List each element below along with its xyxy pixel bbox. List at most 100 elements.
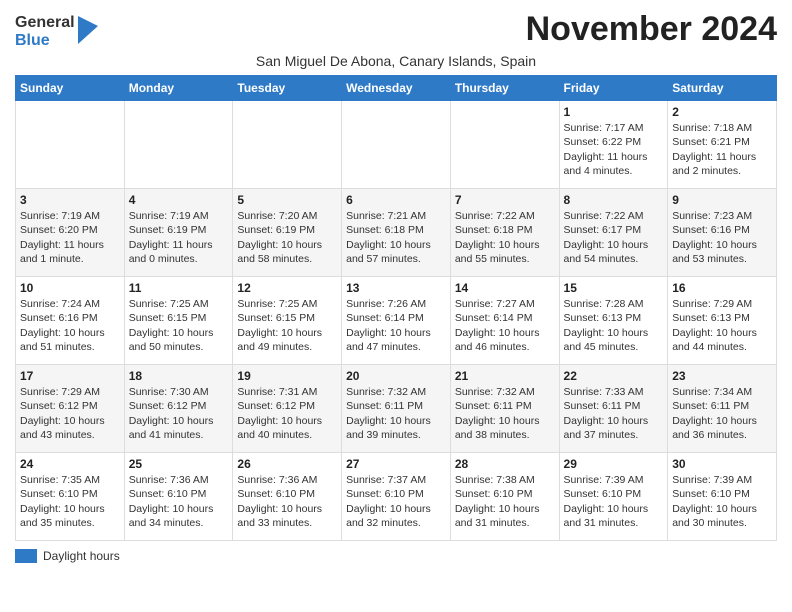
day-info: Sunrise: 7:31 AM Sunset: 6:12 PM Dayligh… [237,385,337,442]
subtitle: San Miguel De Abona, Canary Islands, Spa… [15,53,777,69]
day-number: 23 [672,369,772,383]
calendar-cell: 24 Sunrise: 7:35 AM Sunset: 6:10 PM Dayli… [16,453,125,541]
weekday-header-thursday: Thursday [450,76,559,101]
day-info: Sunrise: 7:21 AM Sunset: 6:18 PM Dayligh… [346,209,446,266]
calendar-cell [124,101,233,189]
day-number: 18 [129,369,229,383]
day-number: 1 [564,105,664,119]
day-number: 24 [20,457,120,471]
calendar-cell: 11 Sunrise: 7:25 AM Sunset: 6:15 PM Dayli… [124,277,233,365]
calendar-cell: 3Sunrise: 7:19 AM Sunset: 6:20 PM Daylig… [16,189,125,277]
calendar-cell: 2 Sunrise: 7:18 AM Sunset: 6:21 PM Daylig… [668,101,777,189]
day-number: 2 [672,105,772,119]
month-title: November 2024 [526,10,777,49]
day-info: Sunrise: 7:28 AM Sunset: 6:13 PM Dayligh… [564,297,664,354]
day-number: 9 [672,193,772,207]
week-row-2: 3Sunrise: 7:19 AM Sunset: 6:20 PM Daylig… [16,189,777,277]
calendar-cell [342,101,451,189]
calendar-cell: 16 Sunrise: 7:29 AM Sunset: 6:13 PM Dayli… [668,277,777,365]
calendar-cell: 20 Sunrise: 7:32 AM Sunset: 6:11 PM Dayli… [342,365,451,453]
logo-icon [78,16,98,44]
calendar-cell: 12Sunrise: 7:25 AM Sunset: 6:15 PM Dayli… [233,277,342,365]
calendar-cell: 21 Sunrise: 7:32 AM Sunset: 6:11 PM Dayli… [450,365,559,453]
day-info: Sunrise: 7:22 AM Sunset: 6:17 PM Dayligh… [564,209,664,266]
weekday-header-tuesday: Tuesday [233,76,342,101]
day-number: 29 [564,457,664,471]
day-number: 21 [455,369,555,383]
calendar-cell: 30Sunrise: 7:39 AM Sunset: 6:10 PM Dayli… [668,453,777,541]
calendar-cell: 22Sunrise: 7:33 AM Sunset: 6:11 PM Dayli… [559,365,668,453]
calendar-cell: 26 Sunrise: 7:36 AM Sunset: 6:10 PM Dayli… [233,453,342,541]
weekday-header-friday: Friday [559,76,668,101]
calendar-cell: 7Sunrise: 7:22 AM Sunset: 6:18 PM Daylig… [450,189,559,277]
calendar-cell [450,101,559,189]
day-number: 27 [346,457,446,471]
day-number: 30 [672,457,772,471]
day-info: Sunrise: 7:36 AM Sunset: 6:10 PM Dayligh… [237,473,337,530]
day-info: Sunrise: 7:32 AM Sunset: 6:11 PM Dayligh… [455,385,555,442]
day-info: Sunrise: 7:30 AM Sunset: 6:12 PM Dayligh… [129,385,229,442]
legend-label: Daylight hours [43,549,120,563]
day-number: 13 [346,281,446,295]
calendar-cell: 23 Sunrise: 7:34 AM Sunset: 6:11 PM Dayli… [668,365,777,453]
week-row-3: 10 Sunrise: 7:24 AM Sunset: 6:16 PM Dayli… [16,277,777,365]
calendar-cell: 4 Sunrise: 7:19 AM Sunset: 6:19 PM Daylig… [124,189,233,277]
day-number: 28 [455,457,555,471]
logo-general: General [15,14,75,32]
day-number: 7 [455,193,555,207]
calendar-cell [233,101,342,189]
day-info: Sunrise: 7:26 AM Sunset: 6:14 PM Dayligh… [346,297,446,354]
day-info: Sunrise: 7:35 AM Sunset: 6:10 PM Dayligh… [20,473,120,530]
day-number: 19 [237,369,337,383]
weekday-header-monday: Monday [124,76,233,101]
calendar-cell: 27 Sunrise: 7:37 AM Sunset: 6:10 PM Dayli… [342,453,451,541]
day-info: Sunrise: 7:39 AM Sunset: 6:10 PM Dayligh… [564,473,664,530]
day-info: Sunrise: 7:33 AM Sunset: 6:11 PM Dayligh… [564,385,664,442]
day-number: 8 [564,193,664,207]
day-number: 4 [129,193,229,207]
day-info: Sunrise: 7:24 AM Sunset: 6:16 PM Dayligh… [20,297,120,354]
calendar-cell [16,101,125,189]
day-info: Sunrise: 7:17 AM Sunset: 6:22 PM Dayligh… [564,121,664,178]
day-number: 17 [20,369,120,383]
day-number: 15 [564,281,664,295]
legend: Daylight hours [15,549,777,563]
calendar-cell: 13 Sunrise: 7:26 AM Sunset: 6:14 PM Dayli… [342,277,451,365]
calendar-cell: 5 Sunrise: 7:20 AM Sunset: 6:19 PM Daylig… [233,189,342,277]
day-number: 26 [237,457,337,471]
legend-color-box [15,549,37,563]
day-number: 11 [129,281,229,295]
calendar-cell: 17 Sunrise: 7:29 AM Sunset: 6:12 PM Dayli… [16,365,125,453]
logo: General Blue [15,14,98,49]
day-info: Sunrise: 7:32 AM Sunset: 6:11 PM Dayligh… [346,385,446,442]
calendar-cell: 18 Sunrise: 7:30 AM Sunset: 6:12 PM Dayli… [124,365,233,453]
day-info: Sunrise: 7:19 AM Sunset: 6:19 PM Dayligh… [129,209,229,266]
day-info: Sunrise: 7:29 AM Sunset: 6:13 PM Dayligh… [672,297,772,354]
day-number: 12 [237,281,337,295]
calendar-cell: 10 Sunrise: 7:24 AM Sunset: 6:16 PM Dayli… [16,277,125,365]
day-info: Sunrise: 7:25 AM Sunset: 6:15 PM Dayligh… [129,297,229,354]
day-number: 5 [237,193,337,207]
day-info: Sunrise: 7:18 AM Sunset: 6:21 PM Dayligh… [672,121,772,178]
day-number: 20 [346,369,446,383]
day-number: 16 [672,281,772,295]
calendar-cell: 15 Sunrise: 7:28 AM Sunset: 6:13 PM Dayli… [559,277,668,365]
week-row-5: 24 Sunrise: 7:35 AM Sunset: 6:10 PM Dayli… [16,453,777,541]
day-info: Sunrise: 7:37 AM Sunset: 6:10 PM Dayligh… [346,473,446,530]
day-info: Sunrise: 7:36 AM Sunset: 6:10 PM Dayligh… [129,473,229,530]
calendar-cell: 14Sunrise: 7:27 AM Sunset: 6:14 PM Dayli… [450,277,559,365]
day-number: 10 [20,281,120,295]
weekday-header-saturday: Saturday [668,76,777,101]
calendar-cell: 25Sunrise: 7:36 AM Sunset: 6:10 PM Dayli… [124,453,233,541]
day-info: Sunrise: 7:23 AM Sunset: 6:16 PM Dayligh… [672,209,772,266]
day-info: Sunrise: 7:27 AM Sunset: 6:14 PM Dayligh… [455,297,555,354]
day-info: Sunrise: 7:20 AM Sunset: 6:19 PM Dayligh… [237,209,337,266]
logo-blue: Blue [15,32,75,50]
weekday-header-sunday: Sunday [16,76,125,101]
calendar-cell: 6Sunrise: 7:21 AM Sunset: 6:18 PM Daylig… [342,189,451,277]
day-info: Sunrise: 7:38 AM Sunset: 6:10 PM Dayligh… [455,473,555,530]
calendar-cell: 1 Sunrise: 7:17 AM Sunset: 6:22 PM Daylig… [559,101,668,189]
day-info: Sunrise: 7:29 AM Sunset: 6:12 PM Dayligh… [20,385,120,442]
calendar-cell: 8 Sunrise: 7:22 AM Sunset: 6:17 PM Daylig… [559,189,668,277]
day-info: Sunrise: 7:34 AM Sunset: 6:11 PM Dayligh… [672,385,772,442]
